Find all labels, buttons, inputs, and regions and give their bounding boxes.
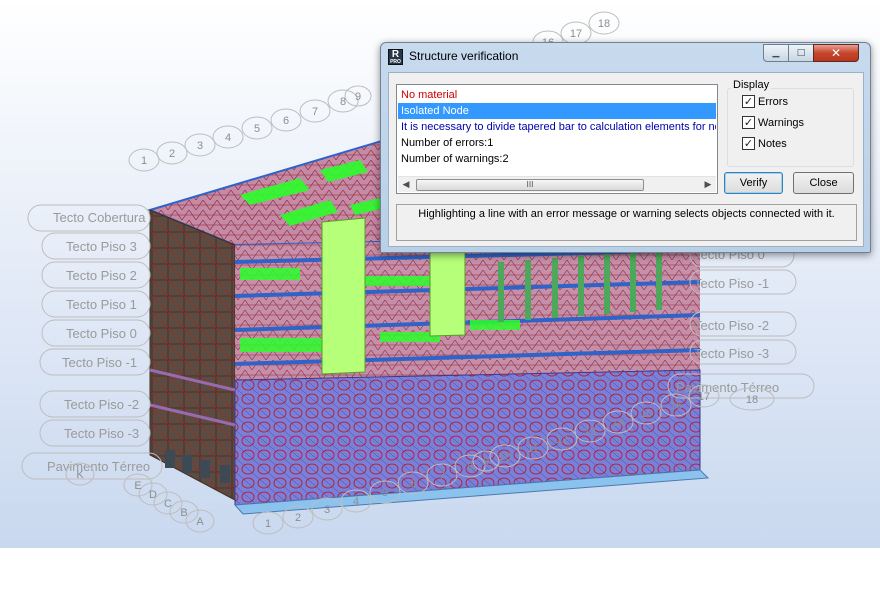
axis-label: 5 (382, 487, 388, 499)
axis-label: 3 (324, 504, 330, 516)
axis-label: 11 (527, 443, 538, 455)
axis-label: 1 (265, 518, 271, 530)
list-item-no-material[interactable]: No material (398, 87, 716, 103)
checkmark-icon[interactable]: ✓ (742, 95, 755, 108)
level-label: Tecto Piso -3 (64, 426, 139, 441)
axis-label: 15 (640, 408, 652, 420)
axis-label: 17 (698, 391, 710, 403)
verify-button[interactable]: Verify (724, 172, 783, 194)
scroll-right-icon[interactable]: ▶ (700, 177, 716, 193)
axis-label: 9 (355, 91, 361, 103)
level-label: Tecto Piso 0 (66, 326, 137, 341)
hint-text: Highlighting a line with an error messag… (396, 204, 857, 241)
maximize-button[interactable]: □ (788, 44, 814, 62)
axis-label: 2 (169, 148, 175, 160)
structure-verification-dialog[interactable]: R PRO Structure verification ▁ □ ✕ No ma… (380, 42, 871, 253)
axis-label: 1 (141, 155, 147, 167)
axis-label: 6 (410, 478, 416, 490)
axis-label: K (76, 469, 84, 481)
axis-label: D (149, 489, 157, 501)
minimize-button[interactable]: ▁ (763, 44, 789, 62)
axis-label: 9 (483, 456, 489, 468)
axis-label: 6 (283, 115, 289, 127)
axis-label: 8 (340, 96, 346, 108)
axis-label: B (180, 507, 187, 519)
robot-app-icon: R PRO (388, 49, 403, 65)
level-label: Tecto Piso -3 (694, 346, 769, 361)
dialog-titlebar[interactable]: R PRO Structure verification ▁ □ ✕ (381, 43, 870, 71)
axis-label: 16 (670, 400, 682, 412)
scroll-thumb[interactable]: III (416, 179, 644, 191)
checkmark-icon[interactable]: ✓ (742, 116, 755, 129)
list-item-tapered-bar[interactable]: It is necessary to divide tapered bar to… (398, 119, 716, 135)
display-legend: Display (731, 79, 772, 91)
axis-label: 8 (467, 461, 473, 473)
axis-label: C (164, 498, 172, 510)
level-label: Tecto Piso -2 (64, 397, 139, 412)
level-label: Tecto Piso -1 (62, 355, 137, 370)
close-button[interactable]: Close (793, 172, 854, 194)
axis-label: 7 (439, 470, 445, 482)
level-label: Pavimento Térreo (47, 459, 150, 474)
axis-label: 4 (353, 496, 359, 508)
axis-label: 10 (499, 451, 511, 463)
axis-label: 13 (584, 426, 596, 438)
axis-label: 2 (295, 512, 301, 524)
axis-label: 12 (556, 434, 568, 446)
axis-label: 4 (225, 132, 231, 144)
axis-label: 14 (612, 417, 624, 429)
level-label: Tecto Piso 1 (66, 297, 137, 312)
level-label: Tecto Cobertura (53, 210, 146, 225)
checkmark-icon[interactable]: ✓ (742, 137, 755, 150)
list-item-warnings-count[interactable]: Number of warnings:2 (398, 151, 716, 167)
axis-label: 18 (746, 394, 758, 406)
axis-label: 17 (570, 28, 582, 40)
scroll-left-icon[interactable]: ◀ (398, 177, 414, 193)
dialog-title: Structure verification (409, 49, 519, 63)
level-label: Tecto Piso -2 (694, 318, 769, 333)
level-label: Pavimento Térreo (676, 380, 779, 395)
axis-label: 18 (598, 18, 610, 30)
level-label: Tecto Piso -1 (694, 276, 769, 291)
axis-label: 5 (254, 123, 260, 135)
level-label: Tecto Piso 2 (66, 268, 137, 283)
axis-label: A (196, 516, 204, 528)
axis-label: 3 (197, 140, 203, 152)
horizontal-scrollbar[interactable]: ◀ III ▶ (398, 176, 716, 192)
list-item-isolated-node[interactable]: Isolated Node (398, 103, 716, 119)
message-list[interactable]: No material Isolated Node It is necessar… (396, 84, 718, 194)
close-window-button[interactable]: ✕ (813, 44, 859, 62)
list-item-errors-count[interactable]: Number of errors:1 (398, 135, 716, 151)
level-label: Tecto Piso 3 (66, 239, 137, 254)
axis-label: 7 (312, 106, 318, 118)
axis-label: E (134, 480, 141, 492)
dialog-client-area: No material Isolated Node It is necessar… (388, 72, 864, 247)
